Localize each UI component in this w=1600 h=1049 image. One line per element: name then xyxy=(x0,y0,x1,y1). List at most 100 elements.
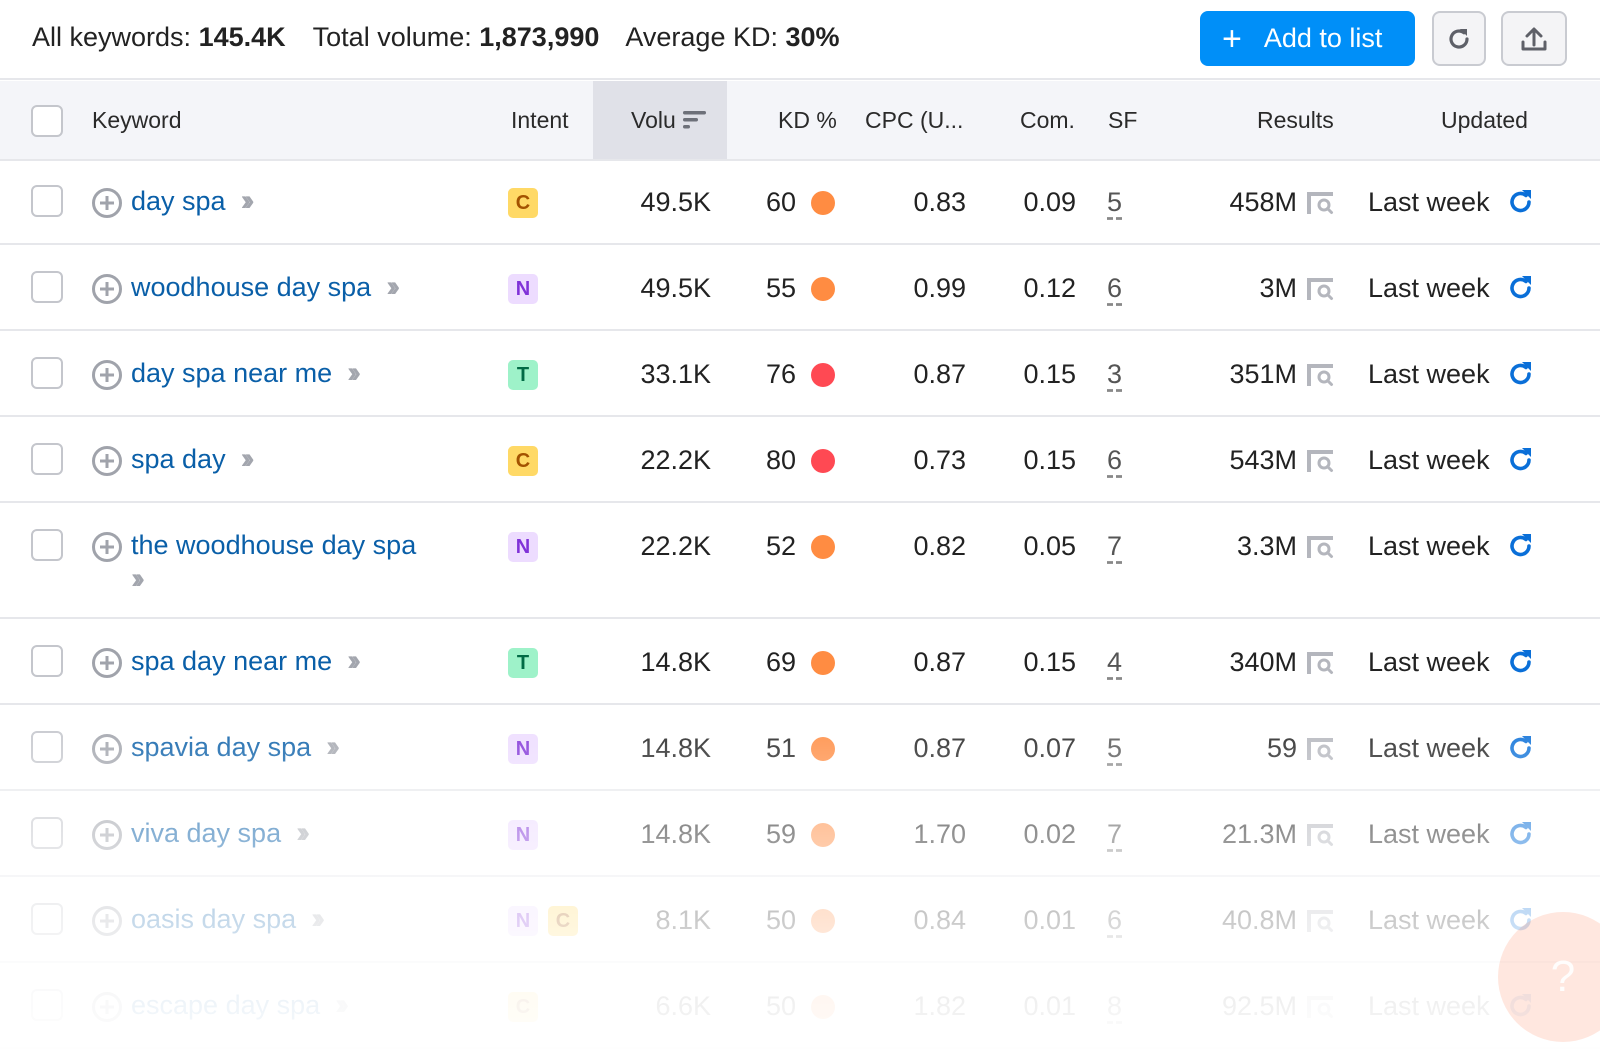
keyword-link[interactable]: woodhouse day spa xyxy=(131,272,371,302)
keyword-link[interactable]: viva day spa xyxy=(131,818,281,848)
select-all-checkbox[interactable] xyxy=(31,105,63,137)
double-chevron-right-icon[interactable]: ›› xyxy=(347,356,361,389)
total-volume-value: 1,873,990 xyxy=(479,22,600,52)
all-keywords-value: 145.4K xyxy=(198,22,286,52)
column-intent[interactable]: Intent xyxy=(511,81,569,159)
column-kd[interactable]: KD % xyxy=(778,81,837,159)
add-keyword-icon[interactable] xyxy=(92,820,122,850)
serp-preview-icon[interactable] xyxy=(1305,190,1335,216)
column-competition-label: Com. xyxy=(1020,106,1075,133)
row-checkbox[interactable] xyxy=(31,989,63,1021)
serp-features-count[interactable]: 6 xyxy=(1107,445,1122,476)
keyword-link[interactable]: day spa near me xyxy=(131,358,332,388)
kd-indicator-dot xyxy=(811,363,835,387)
row-checkbox[interactable] xyxy=(31,903,63,935)
double-chevron-right-icon[interactable]: ›› xyxy=(131,562,145,595)
all-keywords-stat: All keywords: 145.4K xyxy=(32,22,286,52)
keyword-link[interactable]: spa day near me xyxy=(131,646,332,676)
add-keyword-icon[interactable] xyxy=(92,446,122,476)
serp-features-count[interactable]: 6 xyxy=(1107,273,1122,304)
table-row: oasis day spa ›› NC 8.1K 50 0.84 0.01 6 … xyxy=(0,879,1600,963)
table-row: the woodhouse day spa ›› N 22.2K 52 0.82 … xyxy=(0,505,1600,619)
row-checkbox[interactable] xyxy=(31,443,63,475)
serp-features-count[interactable]: 3 xyxy=(1107,359,1122,390)
add-keyword-icon[interactable] xyxy=(92,188,122,218)
row-checkbox[interactable] xyxy=(31,271,63,303)
update-refresh-icon[interactable] xyxy=(1506,359,1536,389)
cpc-value: 0.87 xyxy=(913,647,966,677)
serp-preview-icon[interactable] xyxy=(1305,362,1335,388)
table-row: viva day spa ›› N 14.8K 59 1.70 0.02 7 2… xyxy=(0,793,1600,877)
serp-features-count[interactable]: 4 xyxy=(1107,647,1122,678)
update-refresh-icon[interactable] xyxy=(1506,187,1536,217)
double-chevron-right-icon[interactable]: ›› xyxy=(386,270,400,303)
serp-features-count[interactable]: 7 xyxy=(1107,819,1122,850)
serp-features-count[interactable]: 5 xyxy=(1107,733,1122,764)
keyword-link[interactable]: escape day spa xyxy=(131,990,320,1020)
row-checkbox[interactable] xyxy=(31,529,63,561)
serp-preview-icon[interactable] xyxy=(1305,736,1335,762)
keyword-link[interactable]: spa day xyxy=(131,444,226,474)
serp-features-count[interactable]: 6 xyxy=(1107,905,1122,936)
update-refresh-icon[interactable] xyxy=(1506,273,1536,303)
serp-preview-icon[interactable] xyxy=(1305,994,1335,1020)
add-to-list-button[interactable]: + Add to list xyxy=(1200,11,1415,66)
add-keyword-icon[interactable] xyxy=(92,360,122,390)
keyword-link[interactable]: spavia day spa xyxy=(131,732,311,762)
keyword-link[interactable]: day spa xyxy=(131,186,226,216)
keyword-link[interactable]: oasis day spa xyxy=(131,904,296,934)
double-chevron-right-icon[interactable]: ›› xyxy=(311,902,325,935)
update-refresh-icon[interactable] xyxy=(1506,647,1536,677)
add-keyword-icon[interactable] xyxy=(92,906,122,936)
intent-badge-label: C xyxy=(515,191,531,214)
add-keyword-icon[interactable] xyxy=(92,992,122,1022)
double-chevron-right-icon[interactable]: ›› xyxy=(326,730,340,763)
double-chevron-right-icon[interactable]: ›› xyxy=(241,442,255,475)
intent-badge-label: T xyxy=(516,363,530,386)
serp-preview-icon[interactable] xyxy=(1305,650,1335,676)
volume-value: 14.8K xyxy=(640,647,711,677)
row-checkbox[interactable] xyxy=(31,357,63,389)
double-chevron-right-icon[interactable]: ›› xyxy=(347,644,361,677)
serp-features-count[interactable]: 5 xyxy=(1107,187,1122,218)
kd-value: 52 xyxy=(765,531,796,561)
update-refresh-icon[interactable] xyxy=(1506,819,1536,849)
column-results[interactable]: Results xyxy=(1257,81,1334,159)
update-refresh-icon[interactable] xyxy=(1506,531,1536,561)
update-refresh-icon[interactable] xyxy=(1506,445,1536,475)
competition-value: 0.09 xyxy=(1023,187,1076,217)
column-cpc[interactable]: CPC (U... xyxy=(865,81,963,159)
serp-features-count[interactable]: 7 xyxy=(1107,531,1122,562)
row-checkbox[interactable] xyxy=(31,731,63,763)
serp-preview-icon[interactable] xyxy=(1305,448,1335,474)
add-keyword-icon[interactable] xyxy=(92,734,122,764)
serp-features-count[interactable]: 8 xyxy=(1107,991,1122,1022)
refresh-button[interactable] xyxy=(1432,11,1486,66)
add-keyword-icon[interactable] xyxy=(92,532,122,562)
column-keyword[interactable]: Keyword xyxy=(92,81,181,159)
row-checkbox[interactable] xyxy=(31,817,63,849)
competition-value: 0.01 xyxy=(1023,905,1076,935)
column-volume[interactable]: Volu xyxy=(593,81,727,159)
keyword-link[interactable]: the woodhouse day spa xyxy=(131,530,416,560)
column-serp-features[interactable]: SF xyxy=(1108,81,1137,159)
serp-preview-icon[interactable] xyxy=(1305,276,1335,302)
keyword-cell: oasis day spa ›› xyxy=(131,902,325,936)
export-button[interactable] xyxy=(1501,11,1567,66)
double-chevron-right-icon[interactable]: ›› xyxy=(335,988,349,1021)
column-updated[interactable]: Updated xyxy=(1441,81,1528,159)
update-refresh-icon[interactable] xyxy=(1506,733,1536,763)
double-chevron-right-icon[interactable]: ›› xyxy=(296,816,310,849)
double-chevron-right-icon[interactable]: ›› xyxy=(241,184,255,217)
serp-preview-icon[interactable] xyxy=(1305,908,1335,934)
row-checkbox[interactable] xyxy=(31,645,63,677)
add-keyword-icon[interactable] xyxy=(92,648,122,678)
row-checkbox[interactable] xyxy=(31,185,63,217)
serp-preview-icon[interactable] xyxy=(1305,534,1335,560)
kd-indicator-dot xyxy=(811,823,835,847)
column-competition[interactable]: Com. xyxy=(1020,81,1075,159)
competition-value: 0.15 xyxy=(1023,445,1076,475)
serp-preview-icon[interactable] xyxy=(1305,822,1335,848)
kd-indicator-dot xyxy=(811,191,835,215)
add-keyword-icon[interactable] xyxy=(92,274,122,304)
